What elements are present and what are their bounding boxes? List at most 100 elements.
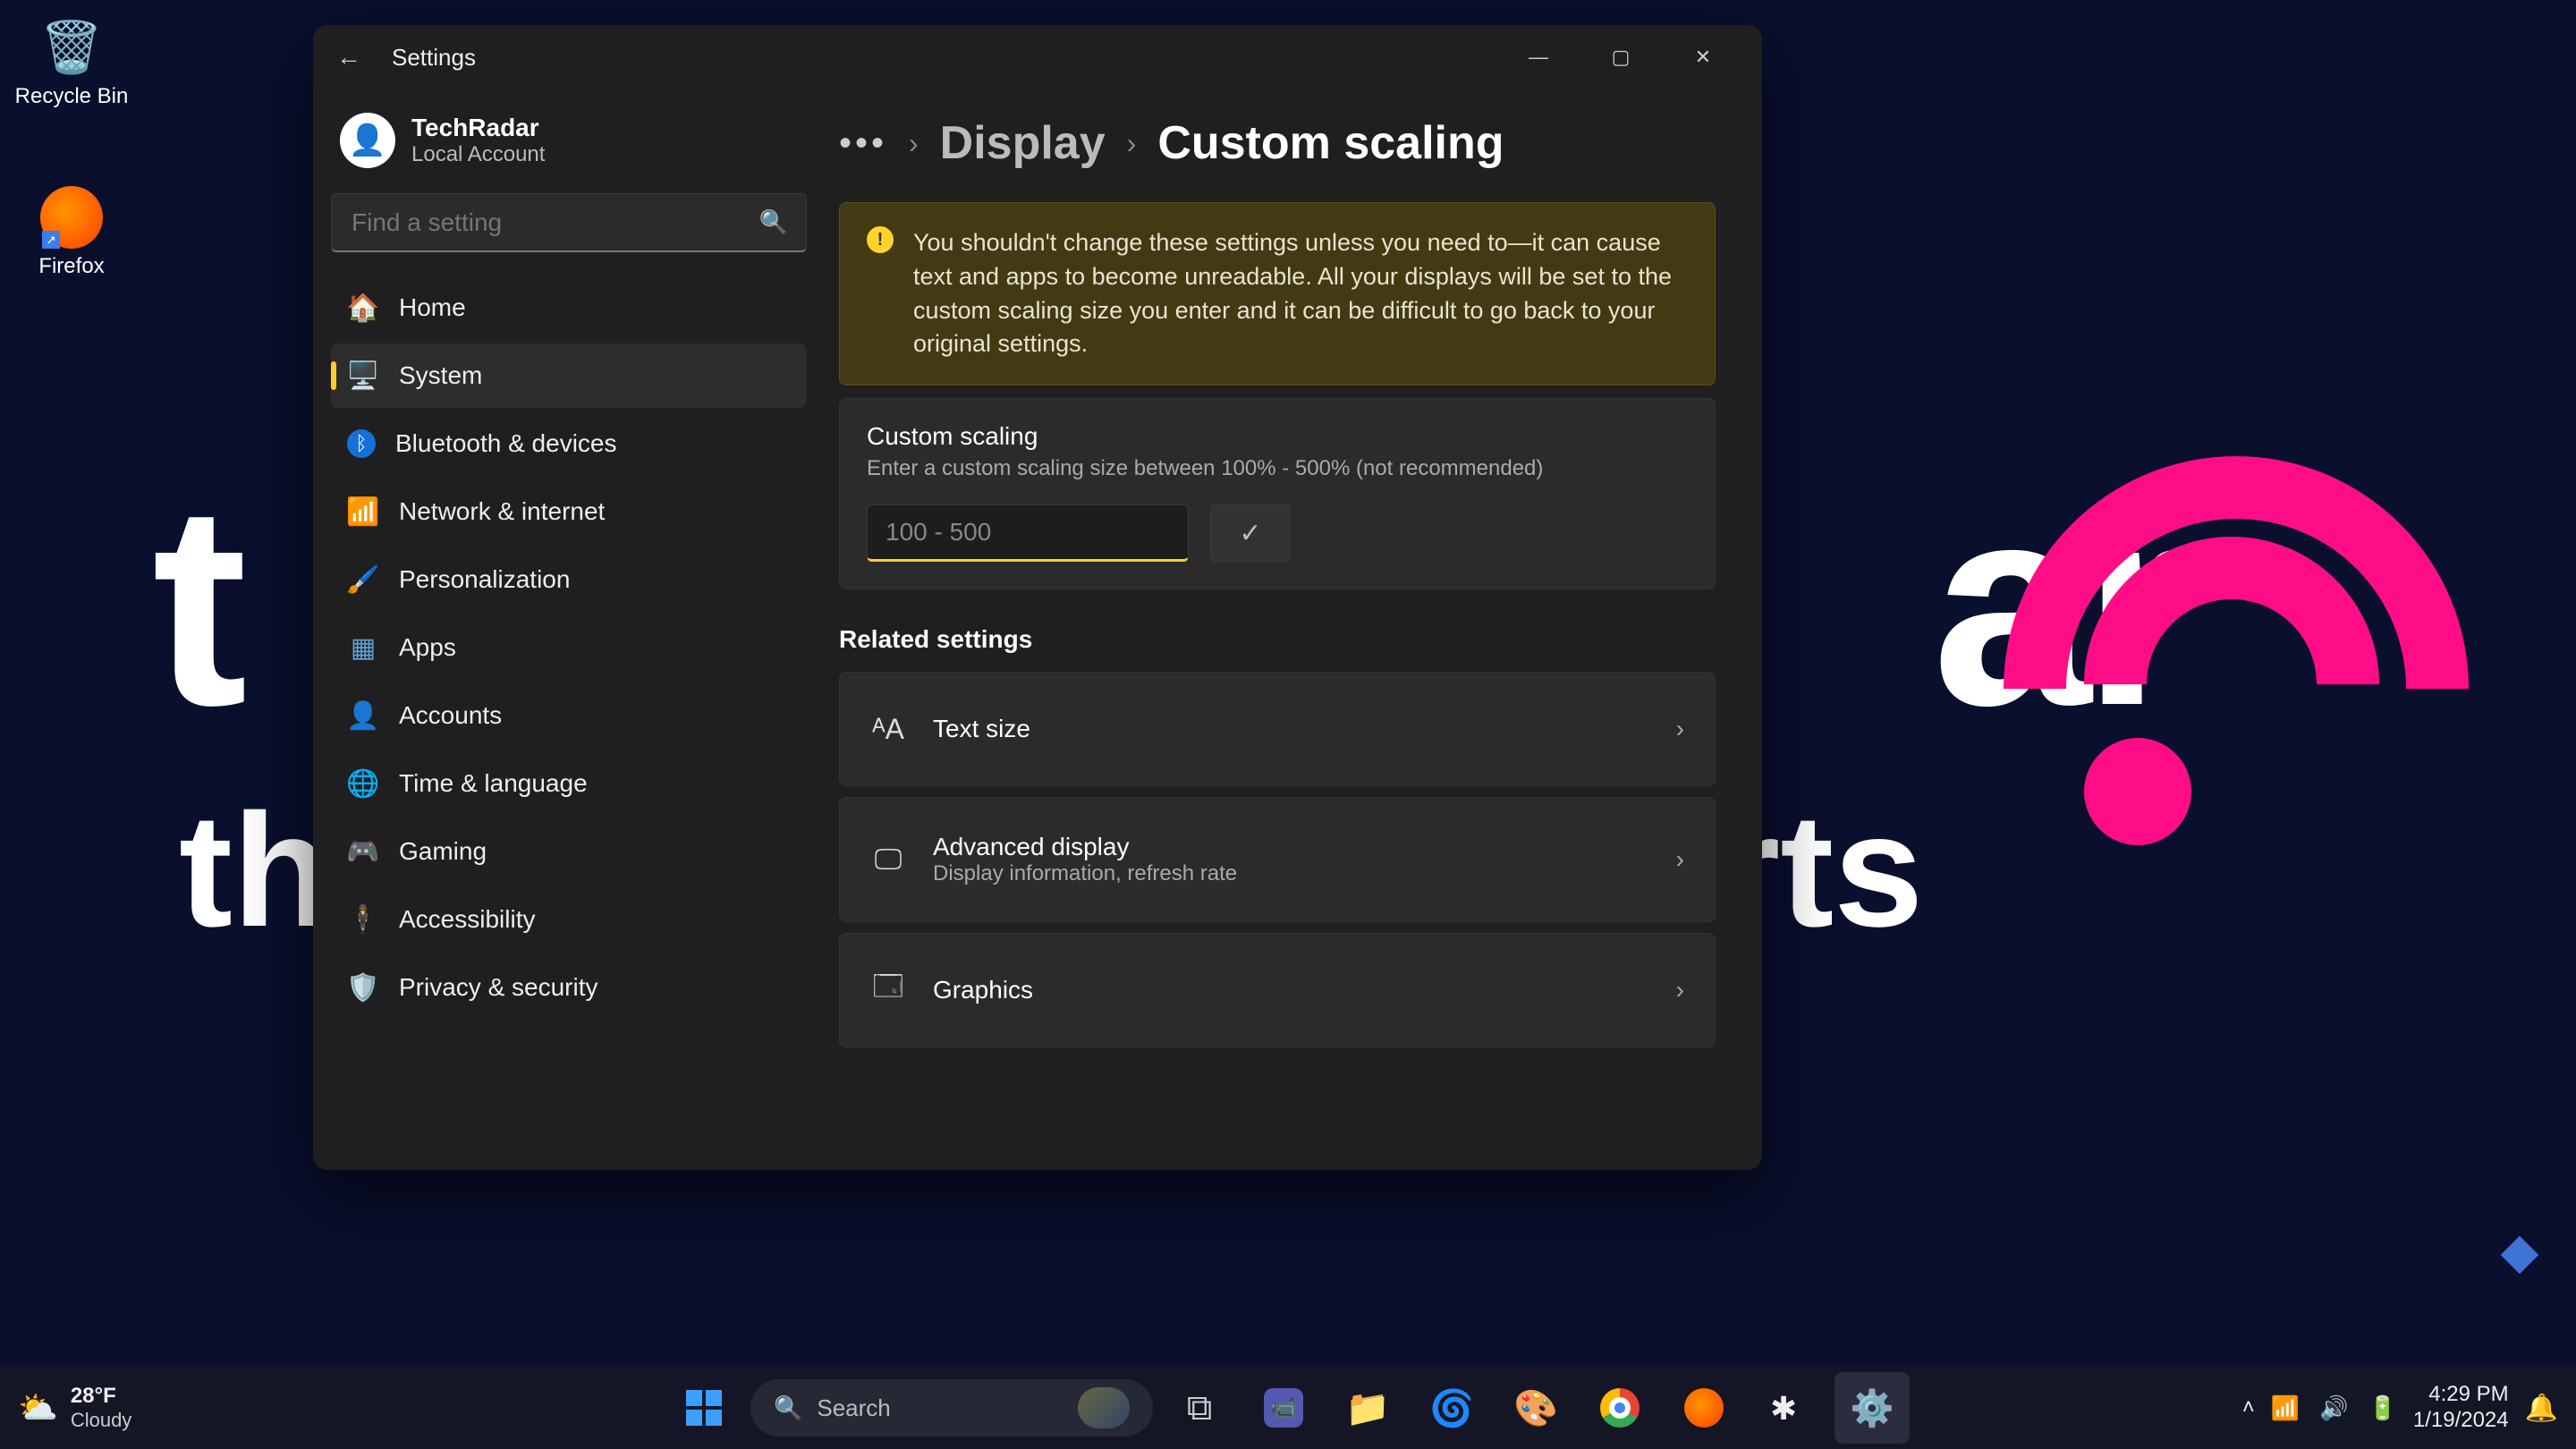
- taskbar-weather[interactable]: ⛅ 28°F Cloudy: [18, 1384, 131, 1432]
- taskbar-clock[interactable]: 4:29 PM 1/19/2024: [2413, 1382, 2509, 1434]
- accessibility-icon: 🕴️: [347, 903, 379, 936]
- home-icon: 🏠: [347, 292, 379, 324]
- taskbar-app-explorer[interactable]: 📁: [1330, 1372, 1405, 1444]
- maximize-button[interactable]: ▢: [1580, 32, 1662, 82]
- onlyoffice-icon: 🌀: [1429, 1387, 1474, 1429]
- weather-cond: Cloudy: [71, 1409, 131, 1432]
- graphics-icon: 🗔: [870, 966, 906, 1014]
- search-highlight-badge: [1078, 1387, 1130, 1428]
- nav-label: Bluetooth & devices: [395, 429, 617, 458]
- taskbar-right: ˄ 📶 🔊 🔋 4:29 PM 1/19/2024 🔔: [2242, 1382, 2558, 1434]
- taskbar-app-paint[interactable]: 🎨: [1498, 1372, 1573, 1444]
- related-item-subtitle: Display information, refresh rate: [933, 861, 1649, 886]
- taskbar: ⛅ 28°F Cloudy 🔍 Search ⧉ 📹 📁 🌀 🎨 ✱ ⚙️ ˄: [0, 1367, 2576, 1449]
- breadcrumb-parent[interactable]: Display: [940, 116, 1106, 170]
- notifications-button[interactable]: 🔔: [2525, 1393, 2558, 1424]
- nav-accessibility[interactable]: 🕴️ Accessibility: [331, 887, 807, 952]
- chevron-right-icon: ›: [1676, 845, 1684, 874]
- clock-date: 1/19/2024: [2413, 1408, 2509, 1434]
- taskbar-app-firefox[interactable]: [1666, 1372, 1741, 1444]
- accounts-icon: 👤: [347, 699, 379, 732]
- system-tray[interactable]: 📶 🔊 🔋: [2271, 1394, 2397, 1422]
- settings-search-input[interactable]: [352, 208, 752, 237]
- related-item-title: Graphics: [933, 976, 1649, 1004]
- related-item-title: Advanced display: [933, 833, 1649, 861]
- desktop-icon-label: Recycle Bin: [9, 84, 134, 109]
- warning-banner: ! You shouldn't change these settings un…: [839, 202, 1716, 386]
- desktop-icon-firefox[interactable]: ↗ Firefox: [9, 186, 134, 279]
- nav-privacy[interactable]: 🛡️ Privacy & security: [331, 955, 807, 1020]
- nav-gaming[interactable]: 🎮 Gaming: [331, 819, 807, 884]
- nav-apps[interactable]: ▦ Apps: [331, 615, 807, 680]
- nav-label: Privacy & security: [399, 973, 598, 1002]
- weather-temp: 28°F: [71, 1384, 131, 1409]
- confirm-button[interactable]: ✓: [1210, 504, 1291, 562]
- settings-search[interactable]: 🔍: [331, 193, 807, 252]
- search-icon: 🔍: [774, 1394, 802, 1422]
- volume-icon: 🔊: [2319, 1394, 2348, 1422]
- nav-label: Home: [399, 293, 466, 322]
- window-title: Settings: [392, 44, 476, 72]
- taskbar-app-chrome[interactable]: [1582, 1372, 1657, 1444]
- warning-icon: !: [867, 226, 894, 253]
- close-button[interactable]: ✕: [1662, 32, 1744, 82]
- nav-label: Apps: [399, 633, 456, 662]
- search-icon: 🔍: [759, 208, 788, 236]
- bluetooth-icon: ᛒ: [347, 429, 376, 458]
- account-name: TechRadar: [411, 114, 545, 142]
- titlebar: ← Settings — ▢ ✕: [313, 25, 1762, 89]
- nav-system[interactable]: 🖥️ System: [331, 343, 807, 408]
- taskbar-app-teams[interactable]: 📹: [1246, 1372, 1321, 1444]
- related-text-size[interactable]: ᴬA Text size ›: [839, 672, 1716, 786]
- nav-home[interactable]: 🏠 Home: [331, 275, 807, 340]
- nav-network[interactable]: 📶 Network & internet: [331, 479, 807, 544]
- desktop-icon-label: Firefox: [9, 254, 134, 279]
- nav-label: System: [399, 361, 482, 390]
- related-graphics[interactable]: 🗔 Graphics ›: [839, 933, 1716, 1047]
- nav-time-language[interactable]: 🌐 Time & language: [331, 751, 807, 816]
- firefox-icon: ↗: [40, 186, 103, 249]
- breadcrumb-overflow[interactable]: •••: [839, 123, 887, 164]
- wifi-icon: 📶: [2271, 1394, 2300, 1422]
- folder-icon: 📁: [1345, 1387, 1390, 1429]
- account-block[interactable]: 👤 TechRadar Local Account: [331, 106, 807, 193]
- tray-overflow-button[interactable]: ˄: [2242, 1395, 2255, 1420]
- settings-window: ← Settings — ▢ ✕ 👤 TechRadar Local Accou…: [313, 25, 1762, 1170]
- chrome-icon: [1600, 1388, 1640, 1428]
- task-view-button[interactable]: ⧉: [1162, 1372, 1237, 1444]
- start-button[interactable]: [666, 1372, 741, 1444]
- nav-bluetooth[interactable]: ᛒ Bluetooth & devices: [331, 411, 807, 476]
- custom-scaling-input[interactable]: [867, 504, 1189, 562]
- related-settings-heading: Related settings: [839, 625, 1716, 654]
- clock-globe-icon: 🌐: [347, 767, 379, 800]
- related-advanced-display[interactable]: 🖵 Advanced display Display information, …: [839, 797, 1716, 922]
- taskbar-app-onlyoffice[interactable]: 🌀: [1414, 1372, 1489, 1444]
- shield-icon: 🛡️: [347, 971, 379, 1004]
- taskbar-app-slack[interactable]: ✱: [1750, 1372, 1826, 1444]
- wallpaper-arc-icon: [2030, 483, 2442, 894]
- firefox-icon: [1684, 1388, 1724, 1428]
- windows-icon: [684, 1388, 724, 1428]
- nav-personalization[interactable]: 🖌️ Personalization: [331, 547, 807, 612]
- nav-label: Time & language: [399, 769, 588, 798]
- taskbar-search-label: Search: [817, 1394, 890, 1422]
- taskbar-app-settings[interactable]: ⚙️: [1835, 1372, 1910, 1444]
- nav-list: 🏠 Home 🖥️ System ᛒ Bluetooth & devices 📶…: [331, 275, 807, 1020]
- minimize-button[interactable]: —: [1497, 32, 1580, 82]
- avatar-icon: 👤: [340, 113, 395, 168]
- nav-label: Network & internet: [399, 497, 605, 526]
- taskbar-search[interactable]: 🔍 Search: [750, 1379, 1153, 1436]
- warning-text: You shouldn't change these settings unle…: [913, 226, 1688, 361]
- paint-icon: 🎨: [1513, 1387, 1558, 1429]
- related-item-title: Text size: [933, 715, 1649, 743]
- nav-label: Accounts: [399, 701, 502, 730]
- back-button[interactable]: ←: [331, 43, 367, 72]
- custom-scaling-card: Custom scaling Enter a custom scaling si…: [839, 398, 1716, 589]
- desktop-icon-recycle-bin[interactable]: 🗑️ Recycle Bin: [9, 16, 134, 109]
- nav-label: Gaming: [399, 837, 487, 866]
- taskbar-center: 🔍 Search ⧉ 📹 📁 🌀 🎨 ✱ ⚙️: [666, 1372, 1910, 1444]
- content-area: ••• › Display › Custom scaling ! You sho…: [823, 89, 1762, 1170]
- nav-accounts[interactable]: 👤 Accounts: [331, 683, 807, 748]
- wifi-icon: 📶: [347, 496, 379, 528]
- battery-icon: 🔋: [2368, 1394, 2396, 1422]
